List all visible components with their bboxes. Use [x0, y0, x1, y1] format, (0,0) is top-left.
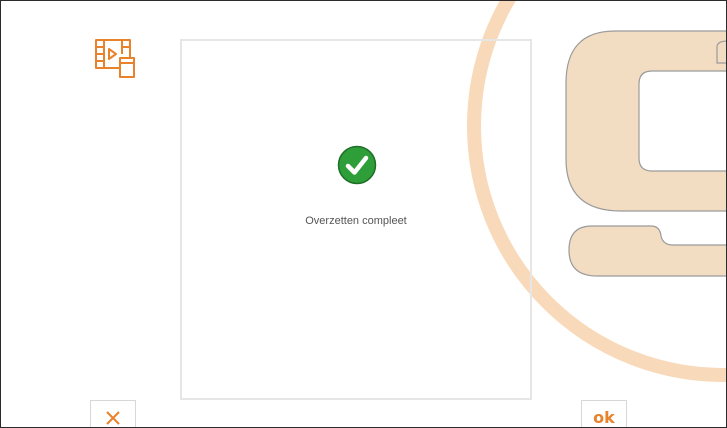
check-circle-icon	[337, 145, 377, 185]
ok-label: ok	[593, 408, 615, 427]
cancel-button[interactable]	[90, 400, 136, 427]
ok-button[interactable]: ok	[581, 400, 627, 427]
status-message: Overzetten compleet	[305, 215, 407, 227]
screen: Overzetten compleet ok	[0, 0, 727, 428]
video-transfer-icon	[95, 39, 135, 78]
dialog-panel: Overzetten compleet	[180, 39, 532, 400]
close-icon	[106, 411, 120, 425]
